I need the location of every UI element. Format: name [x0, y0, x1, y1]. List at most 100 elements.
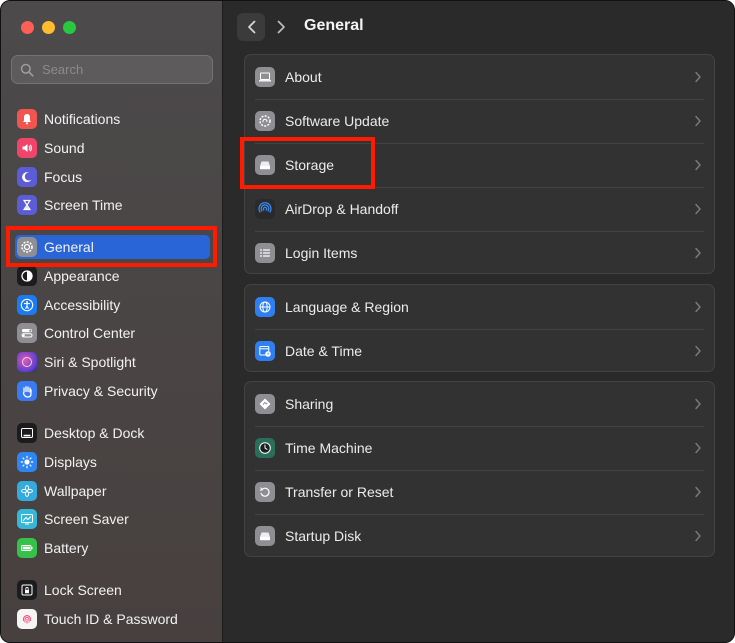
chevron-right-icon	[695, 247, 701, 259]
sidebar-item-screen-time[interactable]: Screen Time	[15, 193, 210, 217]
settings-group-3: Sharing Time Machine Transfer or Reset S…	[244, 381, 715, 557]
sidebar-item-focus[interactable]: Focus	[15, 165, 210, 189]
sidebar-item-lock-screen[interactable]: Lock Screen	[15, 578, 210, 602]
chevron-right-icon	[695, 203, 701, 215]
hand-icon	[17, 381, 37, 401]
close-window-button[interactable]	[21, 21, 34, 34]
settings-group-2: Language & Region Date & Time	[244, 284, 715, 372]
airdrop-icon	[255, 199, 275, 219]
back-button[interactable]	[237, 13, 265, 41]
sidebar-item-touch-id-password[interactable]: Touch ID & Password	[15, 607, 210, 631]
row-label: Software Update	[285, 113, 390, 129]
sidebar-item-sound[interactable]: Sound	[15, 136, 210, 160]
sidebar-item-control-center[interactable]: Control Center	[15, 321, 210, 345]
system-settings-window: Notifications Sound Focus Screen Time	[0, 0, 735, 643]
sidebar-item-appearance[interactable]: Appearance	[15, 264, 210, 288]
sidebar-item-label: Desktop & Dock	[44, 425, 145, 441]
row-label: Login Items	[285, 245, 358, 261]
highlight-box-storage	[240, 137, 375, 189]
gear-update-icon	[255, 111, 275, 131]
sidebar-item-label: Control Center	[44, 325, 136, 341]
row-label: About	[285, 69, 322, 85]
sidebar-item-label: Screen Saver	[44, 511, 129, 527]
sidebar-item-label: Notifications	[44, 111, 121, 127]
sidebar-item-battery[interactable]: Battery	[15, 536, 210, 560]
sidebar-item-label: Lock Screen	[44, 582, 122, 598]
sidebar-item-label: Siri & Spotlight	[44, 354, 136, 370]
sidebar-item-wallpaper[interactable]: Wallpaper	[15, 479, 210, 503]
zoom-window-button[interactable]	[63, 21, 76, 34]
highlight-box-general	[6, 226, 217, 267]
sharing-icon	[255, 394, 275, 414]
row-label: Language & Region	[285, 299, 409, 315]
chevron-right-icon	[695, 398, 701, 410]
flower-icon	[17, 481, 37, 501]
row-sharing[interactable]: Sharing	[245, 382, 714, 426]
chevron-right-icon	[695, 159, 701, 171]
sidebar-item-siri-spotlight[interactable]: Siri & Spotlight	[15, 350, 210, 374]
page-title: General	[304, 17, 364, 34]
screensaver-icon	[17, 509, 37, 529]
time-machine-icon	[255, 438, 275, 458]
search-input[interactable]	[40, 61, 204, 78]
speaker-icon	[17, 138, 37, 158]
row-label: Startup Disk	[285, 528, 362, 544]
hourglass-icon	[17, 195, 37, 215]
chevron-right-icon	[695, 530, 701, 542]
list-icon	[255, 243, 275, 263]
search-icon	[20, 63, 34, 77]
chevron-right-icon	[277, 20, 285, 34]
sidebar-item-label: Screen Time	[44, 197, 123, 213]
battery-icon	[17, 538, 37, 558]
row-login-items[interactable]: Login Items	[245, 231, 714, 275]
sidebar-item-accessibility[interactable]: Accessibility	[15, 293, 210, 317]
siri-icon	[17, 352, 37, 372]
sidebar-item-label: Touch ID & Password	[44, 611, 178, 627]
sidebar-item-notifications[interactable]: Notifications	[15, 107, 210, 131]
chevron-right-icon	[695, 442, 701, 454]
row-label: Transfer or Reset	[285, 484, 394, 500]
sidebar-item-displays[interactable]: Displays	[15, 450, 210, 474]
sidebar-item-label: Privacy & Security	[44, 383, 158, 399]
sun-icon	[17, 452, 37, 472]
fingerprint-icon	[17, 609, 37, 629]
sidebar-item-label: Battery	[44, 540, 89, 556]
sidebar-item-label: Focus	[44, 169, 83, 185]
control-center-icon	[17, 323, 37, 343]
chevron-right-icon	[695, 71, 701, 83]
calendar-clock-icon	[255, 341, 275, 361]
moon-icon	[17, 167, 37, 187]
row-time-machine[interactable]: Time Machine	[245, 426, 714, 470]
globe-icon	[255, 297, 275, 317]
sidebar-item-label: Displays	[44, 454, 97, 470]
forward-button[interactable]	[267, 13, 295, 41]
row-transfer-reset[interactable]: Transfer or Reset	[245, 470, 714, 514]
row-label: Time Machine	[285, 440, 373, 456]
chevron-left-icon	[247, 20, 255, 34]
main-pane: General About Software Update Storage Ai…	[223, 1, 734, 642]
minimize-window-button[interactable]	[42, 21, 55, 34]
row-airdrop-handoff[interactable]: AirDrop & Handoff	[245, 187, 714, 231]
sidebar: Notifications Sound Focus Screen Time	[1, 1, 223, 642]
sidebar-item-label: Wallpaper	[44, 483, 107, 499]
row-language-region[interactable]: Language & Region	[245, 285, 714, 329]
chevron-right-icon	[695, 301, 701, 313]
row-startup-disk[interactable]: Startup Disk	[245, 514, 714, 558]
laptop-icon	[255, 67, 275, 87]
row-about[interactable]: About	[245, 55, 714, 99]
sidebar-item-screen-saver[interactable]: Screen Saver	[15, 507, 210, 531]
appearance-icon	[17, 266, 37, 286]
sidebar-item-label: Sound	[44, 140, 85, 156]
sidebar-item-label: Accessibility	[44, 297, 121, 313]
startup-disk-icon	[255, 526, 275, 546]
chevron-right-icon	[695, 115, 701, 127]
sidebar-item-label: Appearance	[44, 268, 120, 284]
sidebar-item-privacy-security[interactable]: Privacy & Security	[15, 379, 210, 403]
row-date-time[interactable]: Date & Time	[245, 329, 714, 373]
dock-icon	[17, 423, 37, 443]
row-label: Date & Time	[285, 343, 363, 359]
bell-icon	[17, 109, 37, 129]
search-field[interactable]	[11, 55, 213, 84]
sidebar-item-desktop-dock[interactable]: Desktop & Dock	[15, 421, 210, 445]
chevron-right-icon	[695, 345, 701, 357]
